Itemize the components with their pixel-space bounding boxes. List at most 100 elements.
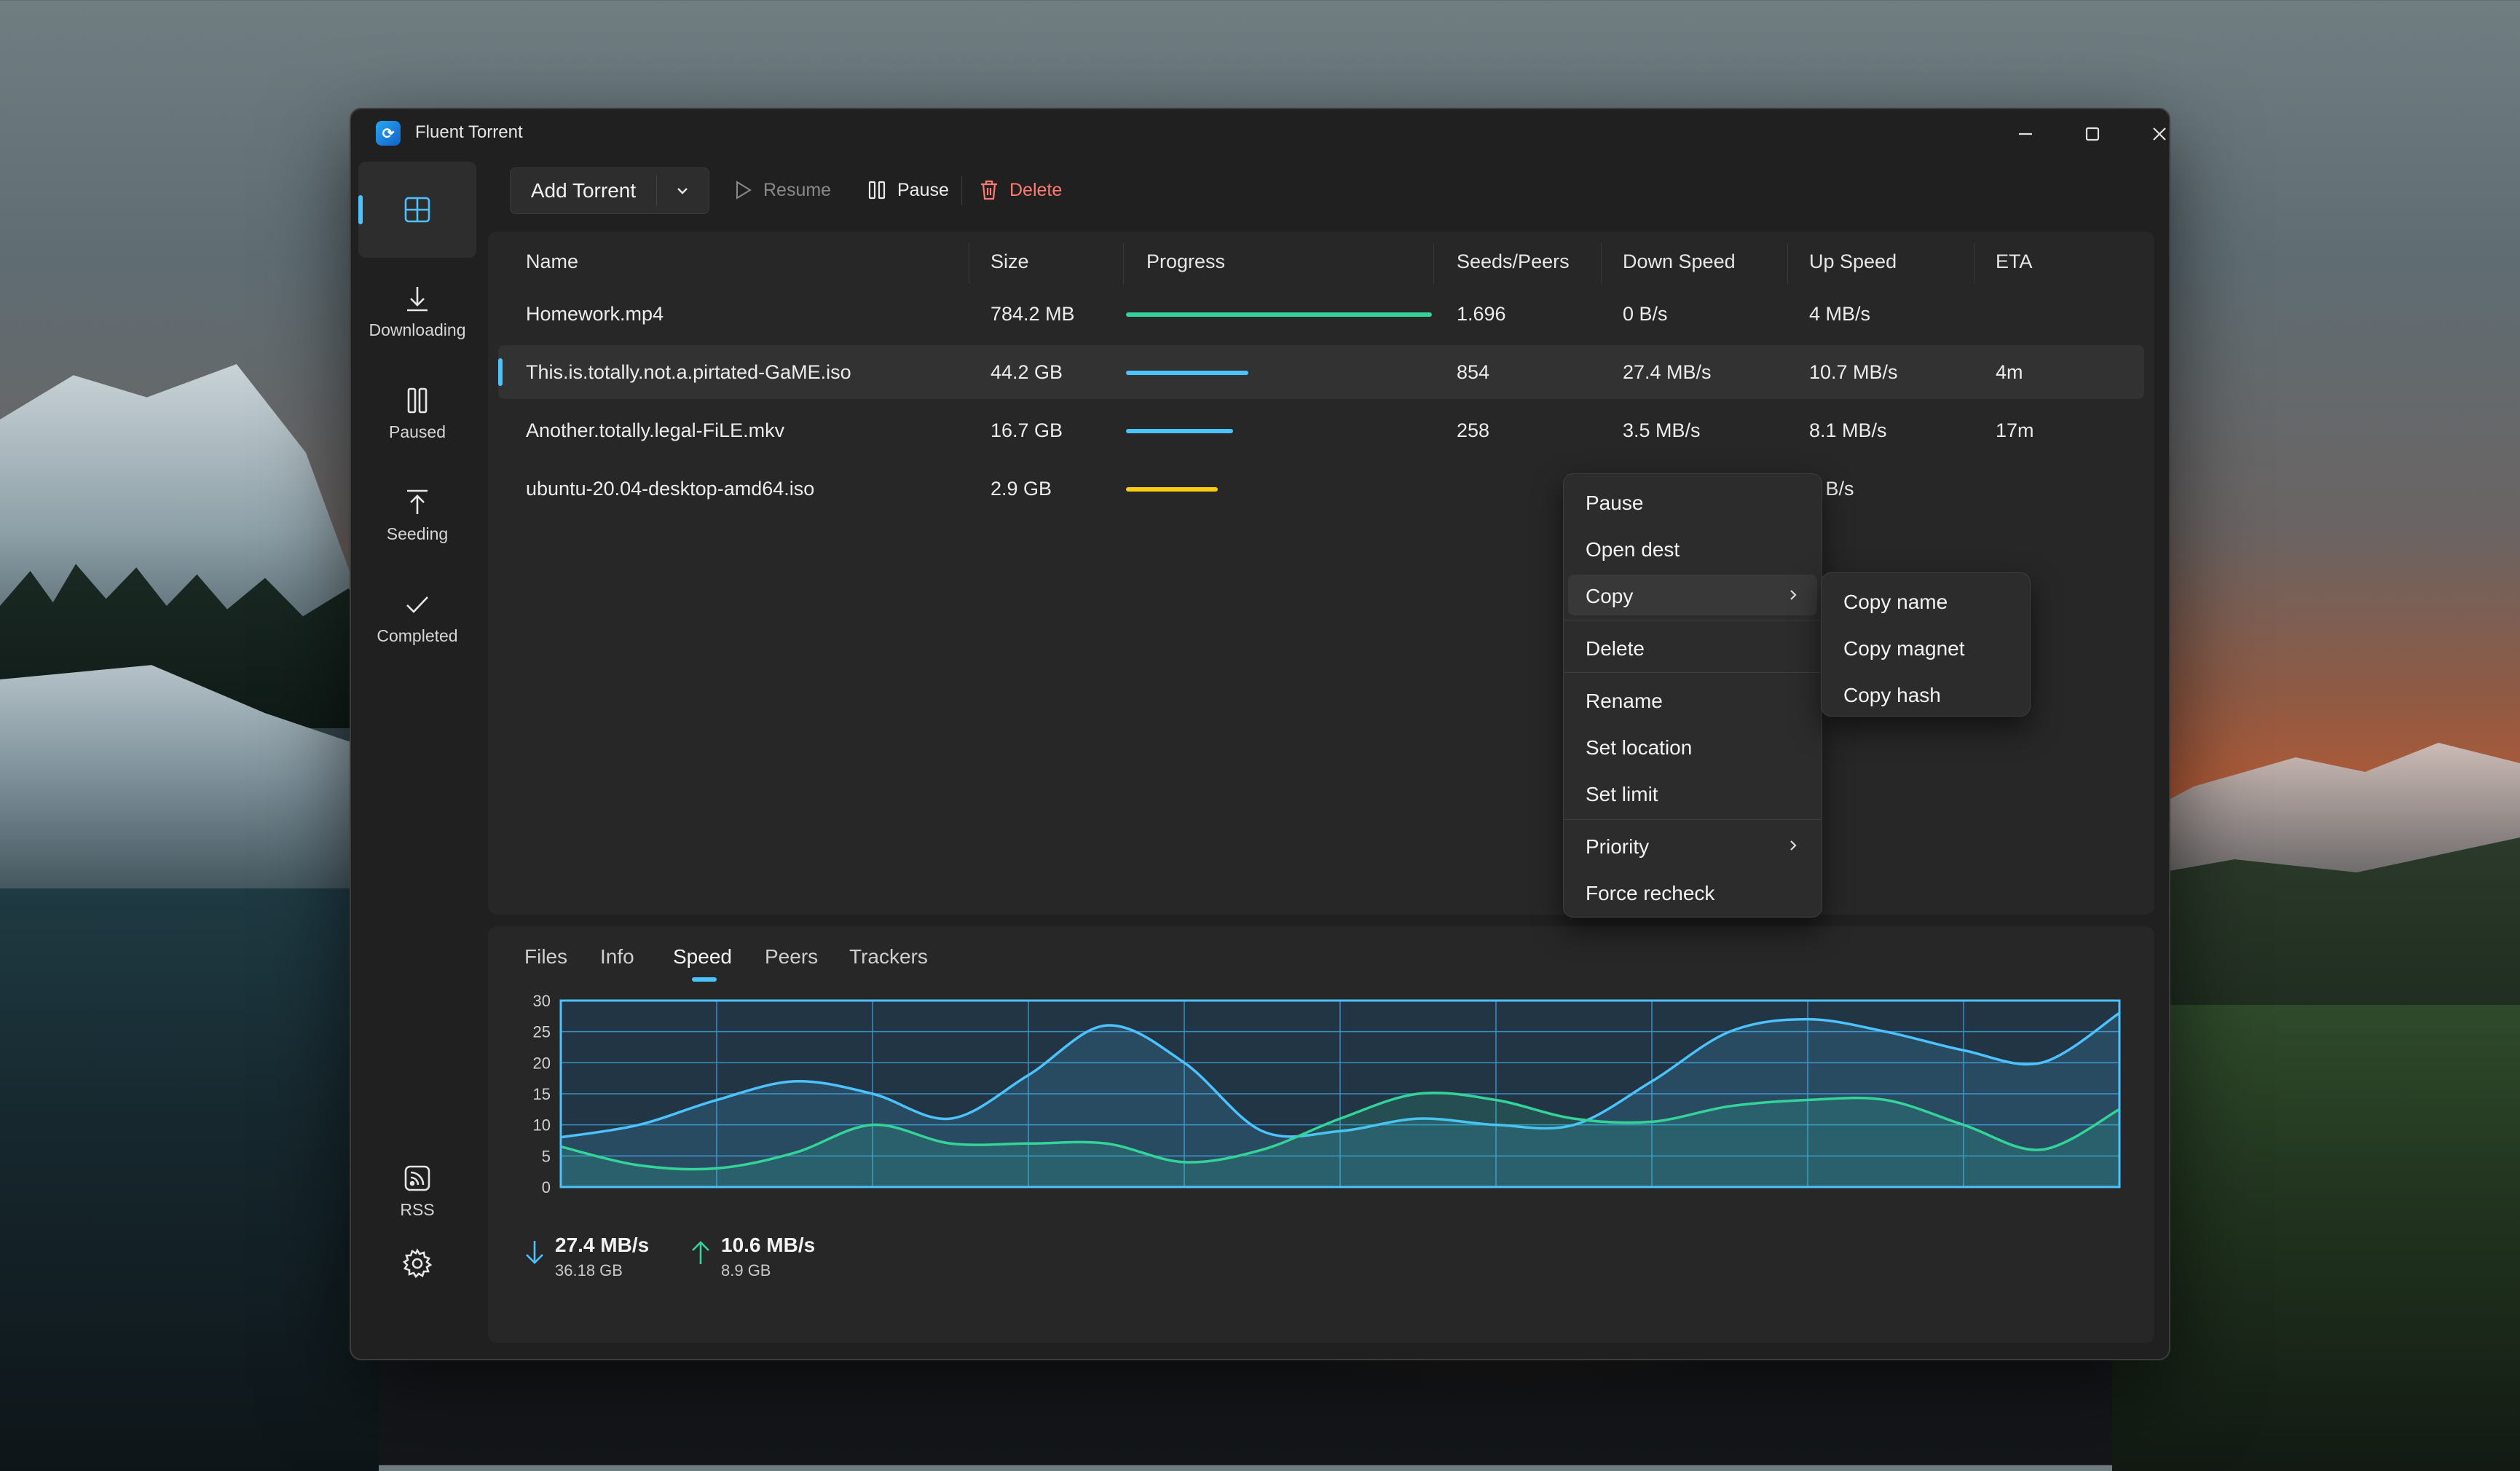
grid-icon	[404, 197, 430, 223]
tab-trackers[interactable]: Trackers	[849, 945, 928, 969]
y-tick-label: 10	[533, 1116, 551, 1135]
minimize-button[interactable]	[1993, 115, 2058, 153]
column-header-down-speed[interactable]: Down Speed	[1623, 251, 1736, 273]
torrent-name: This.is.totally.not.a.pirtated-GaME.iso	[526, 361, 851, 383]
menu-item-label: Rename	[1586, 690, 1663, 712]
copy-submenu: Copy name Copy magnet Copy hash	[1821, 572, 2031, 717]
sidebar-item-completed[interactable]: Completed	[358, 569, 476, 666]
upload-total: 8.9 GB	[721, 1261, 771, 1279]
minimize-icon	[2019, 133, 2032, 135]
menu-item-copy-magnet[interactable]: Copy magnet	[1826, 627, 2025, 668]
tab-files[interactable]: Files	[524, 945, 567, 969]
delete-button[interactable]: Delete	[979, 167, 1062, 213]
menu-item-set-limit[interactable]: Set limit	[1568, 773, 1817, 813]
wallpaper-water-left	[0, 888, 379, 1471]
menu-item-set-location[interactable]: Set location	[1568, 726, 1817, 767]
down-speed: 3.5 MB/s	[1623, 419, 1701, 441]
menu-item-label: Copy	[1586, 585, 1634, 607]
menu-item-label: Set limit	[1586, 783, 1658, 805]
menu-item-delete[interactable]: Delete	[1568, 627, 1817, 668]
y-tick-label: 25	[533, 1023, 551, 1041]
add-torrent-button[interactable]: Add Torrent	[511, 168, 656, 213]
y-tick-label: 20	[533, 1054, 551, 1072]
upload-stat: 10.6 MB/s 8.9 GB	[689, 1234, 815, 1280]
eta: 4m	[1996, 361, 2023, 383]
sidebar-item-paused[interactable]: Paused	[358, 366, 476, 462]
column-header-up-speed[interactable]: Up Speed	[1809, 251, 1897, 273]
menu-item-force-recheck[interactable]: Force recheck	[1568, 872, 1817, 912]
column-divider[interactable]	[1123, 243, 1124, 284]
download-speed: 27.4 MB/s	[555, 1234, 650, 1256]
menu-item-priority[interactable]: Priority	[1568, 825, 1817, 866]
download-stat: 27.4 MB/s 36.18 GB	[523, 1234, 649, 1280]
column-header-size[interactable]: Size	[991, 251, 1029, 273]
tab-info[interactable]: Info	[600, 945, 634, 969]
app-window: ⟳ Fluent Torrent Downloading Paused Seed…	[350, 108, 2170, 1360]
menu-item-label: Delete	[1586, 637, 1645, 660]
column-divider[interactable]	[1601, 243, 1602, 284]
add-torrent-dropdown[interactable]	[656, 168, 709, 213]
settings-button[interactable]	[358, 1225, 476, 1302]
column-header-eta[interactable]: ETA	[1996, 251, 2033, 273]
torrent-size: 784.2 MB	[991, 303, 1075, 325]
pause-icon	[407, 387, 428, 413]
sidebar-item-all[interactable]	[358, 162, 476, 258]
pause-label: Pause	[897, 179, 949, 200]
sidebar-item-downloading[interactable]: Downloading	[358, 264, 476, 360]
menu-item-label: Force recheck	[1586, 882, 1715, 904]
play-icon	[736, 181, 752, 200]
progress-bar	[1126, 371, 1248, 375]
menu-item-label: Open dest	[1586, 538, 1680, 561]
sidebar-item-seeding[interactable]: Seeding	[358, 468, 476, 564]
active-tab-indicator	[692, 977, 717, 982]
column-header-seeds-peers[interactable]: Seeds/Peers	[1457, 251, 1570, 273]
tab-speed[interactable]: Speed	[673, 945, 732, 969]
resume-button[interactable]: Resume	[733, 167, 831, 213]
app-logo-icon: ⟳	[376, 121, 401, 146]
menu-divider	[1564, 819, 1822, 820]
menu-item-label: Priority	[1586, 835, 1650, 858]
table-row[interactable]: Another.totally.legal-FiLE.mkv 16.7 GB 2…	[498, 403, 2144, 457]
pause-button[interactable]: Pause	[867, 167, 949, 213]
arrow-down-icon	[526, 1241, 543, 1264]
menu-item-rename[interactable]: Rename	[1568, 679, 1817, 720]
rss-icon	[404, 1165, 430, 1191]
toolbar: Add Torrent Resume Pause Delete	[510, 167, 2141, 214]
download-icon	[407, 286, 428, 311]
column-header-name[interactable]: Name	[526, 251, 578, 273]
menu-item-pause[interactable]: Pause	[1568, 481, 1817, 522]
menu-item-copy[interactable]: Copy	[1568, 575, 1817, 615]
chevron-right-icon	[1790, 840, 1797, 851]
column-divider[interactable]	[1433, 243, 1434, 284]
table-row-selected[interactable]: This.is.totally.not.a.pirtated-GaME.iso …	[498, 345, 2144, 399]
resume-label: Resume	[763, 179, 832, 200]
checkmark-icon	[406, 596, 428, 613]
details-panel: Files Info Speed Peers Trackers 0 5 10 15 20…	[488, 926, 2154, 1343]
table-row[interactable]: Homework.mp4 784.2 MB 1.696 0 B/s 4 MB/s	[498, 287, 2144, 341]
sidebar-item-label: Seeding	[386, 524, 449, 543]
close-button[interactable]	[2127, 115, 2169, 153]
upload-speed: 10.6 MB/s	[721, 1234, 816, 1256]
menu-item-copy-name[interactable]: Copy name	[1826, 580, 2025, 621]
column-divider[interactable]	[1787, 243, 1788, 284]
torrent-name: ubuntu-20.04-desktop-amd64.iso	[526, 478, 815, 500]
table-row[interactable]: ubuntu-20.04-desktop-amd64.iso 2.9 GB 0 …	[498, 462, 2144, 516]
up-speed: 4 MB/s	[1809, 303, 1871, 325]
menu-item-label: Set location	[1586, 736, 1693, 759]
torrent-name: Another.totally.legal-FiLE.mkv	[526, 419, 785, 441]
table-header: Name Size Progress Seeds/Peers Down Spee…	[488, 232, 2154, 287]
seeds-peers: 854	[1457, 361, 1490, 383]
eta: 17m	[1996, 419, 2034, 441]
y-tick-label: 30	[533, 993, 551, 1010]
menu-item-copy-hash[interactable]: Copy hash	[1826, 674, 2025, 714]
maximize-icon	[2085, 127, 2100, 141]
seeds-peers: 258	[1457, 419, 1490, 441]
menu-item-open-dest[interactable]: Open dest	[1568, 528, 1817, 569]
maximize-button[interactable]	[2060, 115, 2125, 153]
toolbar-divider	[961, 176, 962, 205]
tab-peers[interactable]: Peers	[765, 945, 818, 969]
chevron-right-icon	[1790, 590, 1797, 600]
title-bar: ⟳ Fluent Torrent	[351, 109, 2169, 160]
column-header-progress[interactable]: Progress	[1146, 251, 1225, 273]
window-title: Fluent Torrent	[415, 122, 523, 142]
